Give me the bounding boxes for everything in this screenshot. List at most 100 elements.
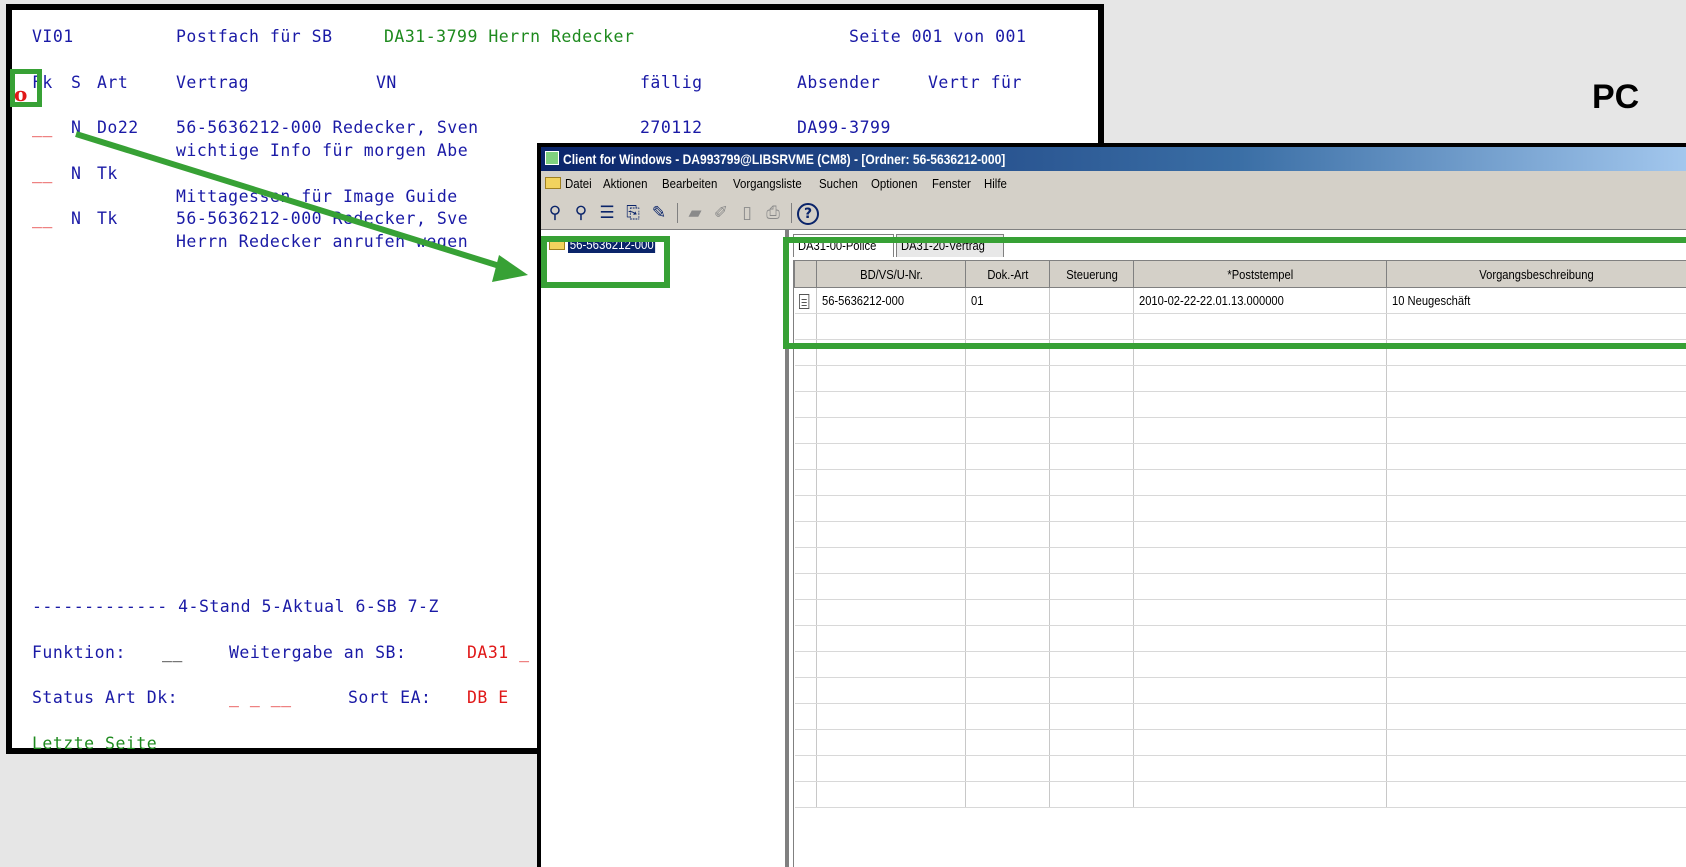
cell-steuerung[interactable] (1050, 288, 1134, 314)
menu-datei[interactable]: Datei (565, 171, 592, 197)
tab-police[interactable]: DA31-00-Police (793, 234, 894, 257)
col-header-poststempel-label: *Poststempel (1227, 267, 1293, 282)
row3-note: Herrn Redecker anrufen wegen (176, 232, 468, 251)
empty-cell (1134, 600, 1387, 626)
status-art-dk-input[interactable]: _ _ __ (229, 688, 292, 707)
empty-cell (795, 600, 817, 626)
page-indicator: Seite 001 von 001 (849, 27, 1026, 46)
row3-art: Tk (97, 209, 118, 228)
empty-cell (795, 626, 817, 652)
empty-cell (817, 756, 966, 782)
empty-cell (966, 574, 1050, 600)
empty-cell (795, 340, 817, 366)
col-header-nr[interactable]: BD/VS/U-Nr. (817, 261, 966, 288)
empty-cell (966, 314, 1050, 340)
empty-cell (1134, 730, 1387, 756)
empty-row (795, 522, 1686, 548)
empty-cell (1050, 704, 1134, 730)
document-edit-icon[interactable]: ✐ (711, 203, 731, 223)
tab-vertrag[interactable]: DA31-20-Vertrag (896, 234, 1004, 257)
empty-cell (795, 704, 817, 730)
sort-ea-input[interactable]: DB E (467, 688, 509, 707)
empty-cell (1134, 418, 1387, 444)
tab-vertrag-label: DA31-20-Vertrag (901, 235, 985, 257)
clipboard-icon[interactable]: ▯ (737, 203, 757, 223)
menu-suchen[interactable]: Suchen (819, 171, 858, 197)
table-row[interactable]: 56-5636212-000 01 2010-02-22-22.01.13.00… (795, 288, 1686, 314)
empty-cell (1387, 366, 1686, 392)
document-icon (799, 294, 809, 309)
empty-cell (817, 548, 966, 574)
menu-aktionen[interactable]: Aktionen (603, 171, 648, 197)
row3-function-field[interactable]: __ (32, 209, 53, 228)
empty-cell (795, 678, 817, 704)
empty-cell (1134, 704, 1387, 730)
empty-cell (966, 704, 1050, 730)
col-header-dokart[interactable]: Dok.-Art (966, 261, 1050, 288)
cell-dokart[interactable]: 01 (966, 288, 1050, 314)
list-icon[interactable]: ☰ (597, 203, 617, 223)
empty-cell (817, 470, 966, 496)
empty-cell (966, 730, 1050, 756)
row1-due-date: 270112 (640, 118, 703, 137)
document-grid: BD/VS/U-Nr. Dok.-Art Steuerung *Poststem… (793, 260, 1686, 867)
empty-cell (1050, 392, 1134, 418)
empty-cell (1050, 444, 1134, 470)
empty-cell (1050, 626, 1134, 652)
binoculars-plus-icon[interactable]: ⚲ (571, 203, 591, 223)
menu-bearbeiten[interactable]: Bearbeiten (662, 171, 717, 197)
open-folder-icon[interactable]: ▰ (685, 203, 705, 223)
empty-row (795, 678, 1686, 704)
col-header-fk: Fk (32, 73, 53, 92)
print-icon[interactable]: ⎙ (763, 203, 783, 223)
empty-cell (1050, 756, 1134, 782)
binoculars-icon[interactable]: ⚲ (545, 203, 565, 223)
grid-header-row: BD/VS/U-Nr. Dok.-Art Steuerung *Poststem… (795, 261, 1686, 288)
funktion-input[interactable]: __ (162, 643, 183, 662)
empty-cell (795, 522, 817, 548)
empty-cell (817, 704, 966, 730)
empty-cell (966, 600, 1050, 626)
empty-cell (966, 340, 1050, 366)
empty-cell (1134, 548, 1387, 574)
menu-hilfe[interactable]: Hilfe (984, 171, 1007, 197)
funktion-label: Funktion: (32, 643, 126, 662)
tab-police-label: DA31-00-Police (798, 235, 876, 257)
cell-beschreibung[interactable]: 10 Neugeschäft (1387, 288, 1686, 314)
cell-dokart-text: 01 (971, 293, 983, 308)
empty-row (795, 470, 1686, 496)
empty-cell (966, 548, 1050, 574)
empty-cell (795, 574, 817, 600)
window-titlebar[interactable]: Client for Windows - DA993799@LIBSRVME (… (541, 147, 1686, 171)
menu-fenster[interactable]: Fenster (932, 171, 971, 197)
col-header-art: Art (97, 73, 128, 92)
empty-row (795, 340, 1686, 366)
empty-cell (966, 496, 1050, 522)
empty-cell (1134, 496, 1387, 522)
col-header-steuerung[interactable]: Steuerung (1050, 261, 1134, 288)
row2-function-field[interactable]: __ (32, 164, 53, 183)
menu-vorgangsliste[interactable]: Vorgangsliste (733, 171, 802, 197)
row1-function-field[interactable]: __ (32, 118, 53, 137)
app-icon (545, 151, 559, 165)
sort-ea-label: Sort EA: (348, 688, 431, 707)
empty-cell (1134, 340, 1387, 366)
cell-nr[interactable]: 56-5636212-000 (817, 288, 966, 314)
empty-cell (1387, 574, 1686, 600)
empty-row (795, 730, 1686, 756)
col-header-beschreibung-label: Vorgangsbeschreibung (1479, 267, 1593, 282)
cell-poststempel[interactable]: 2010-02-22-22.01.13.000000 (1134, 288, 1387, 314)
weitergabe-input[interactable]: DA31 _ (467, 643, 530, 662)
empty-row (795, 366, 1686, 392)
status-art-dk-label: Status Art Dk: (32, 688, 178, 707)
empty-cell (1050, 314, 1134, 340)
col-header-beschreibung[interactable]: Vorgangsbeschreibung (1387, 261, 1686, 288)
eraser-icon[interactable]: ✎ (649, 203, 669, 223)
empty-cell (1050, 340, 1134, 366)
tree-item-folder[interactable]: 56-5636212-000 (549, 236, 667, 253)
col-header-poststempel[interactable]: *Poststempel (1134, 261, 1387, 288)
help-icon[interactable]: ? (797, 203, 819, 225)
document-export-icon[interactable]: ⎘ (623, 203, 643, 223)
menu-optionen[interactable]: Optionen (871, 171, 917, 197)
empty-cell (1050, 600, 1134, 626)
